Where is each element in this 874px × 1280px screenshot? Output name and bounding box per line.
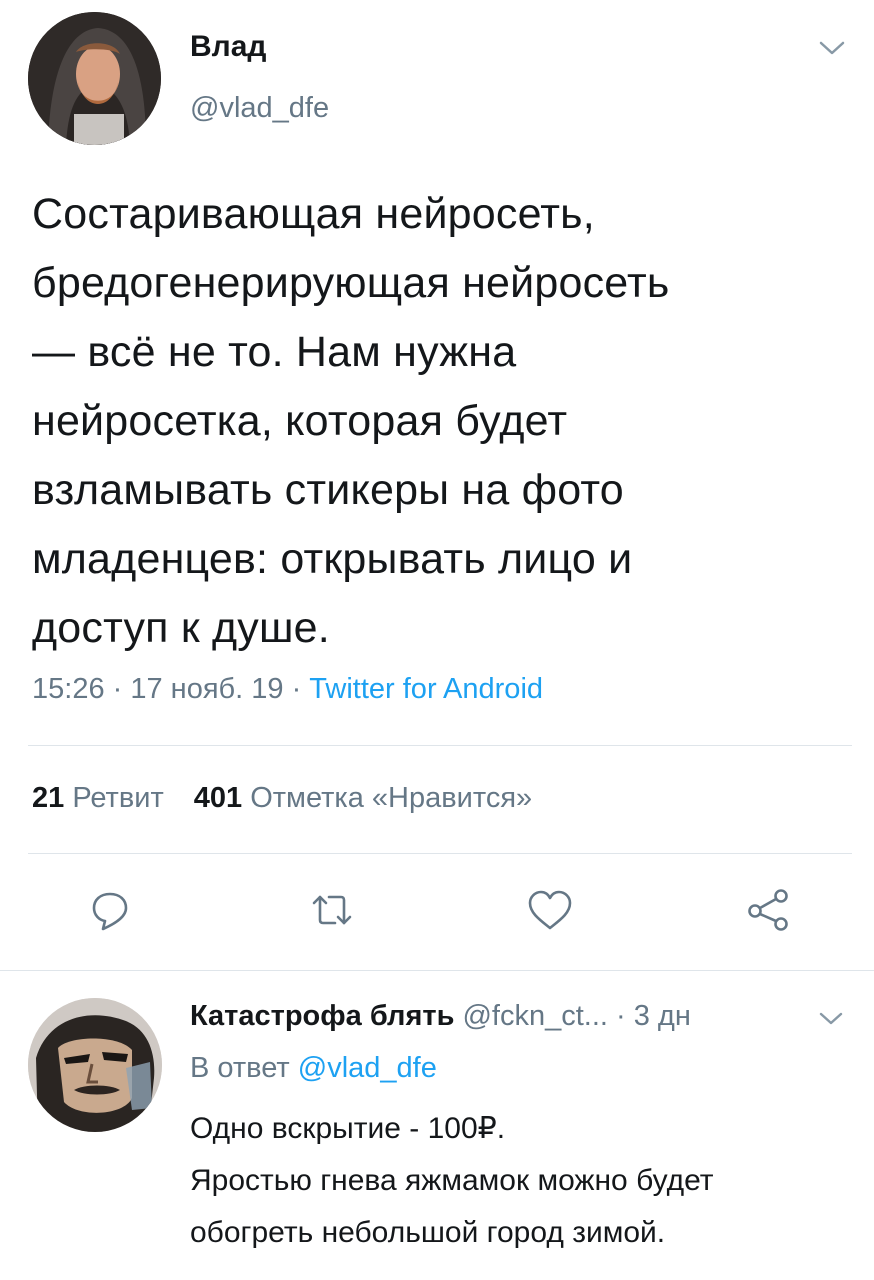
tweet-time: 15:26: [32, 673, 105, 705]
in-reply-prefix: В ответ: [190, 1052, 290, 1084]
meta-separator: ·: [607, 1000, 634, 1032]
retweet-icon: [312, 895, 352, 925]
chevron-down-icon[interactable]: [818, 1010, 844, 1028]
reply-header: Катастрофа блять @fckn_ct... · 3 дн: [190, 1000, 691, 1033]
avatar-illustration: [28, 998, 162, 1132]
retweets-stat[interactable]: 21 Ретвит: [32, 782, 164, 814]
author-avatar[interactable]: [28, 12, 161, 145]
reply-time: 3 дн: [633, 1000, 691, 1032]
share-button[interactable]: [742, 884, 794, 936]
tweet-stats: 21 Ретвит 401 Отметка «Нравится»: [32, 782, 532, 815]
tweet-text: Состаривающая нейросеть, бредогенерирующ…: [32, 190, 670, 652]
in-reply-mention-link[interactable]: @vlad_dfe: [298, 1052, 437, 1084]
reply-button[interactable]: [84, 884, 136, 936]
author-handle[interactable]: @vlad_dfe: [190, 92, 329, 125]
thread-separator: [0, 970, 874, 971]
reply-author-avatar[interactable]: [28, 998, 162, 1132]
heart-icon: [528, 890, 572, 930]
tweet-meta: 15:26 · 17 нояб. 19 · Twitter for Androi…: [32, 673, 543, 706]
chevron-down-icon[interactable]: [818, 38, 846, 58]
in-reply-to: В ответ @vlad_dfe: [190, 1052, 437, 1085]
avatar-photo: [28, 12, 161, 145]
author-name[interactable]: Влад: [190, 30, 266, 64]
meta-separator: ·: [283, 673, 310, 705]
likes-count: 401: [193, 782, 243, 814]
reply-text: Одно вскрытие - 100₽. Яростью гнева яжма…: [190, 1112, 714, 1249]
retweets-count: 21: [32, 782, 65, 814]
likes-label: Отметка «Нравится»: [250, 782, 533, 814]
meta-separator: ·: [104, 673, 131, 705]
reply-author-name[interactable]: Катастрофа блять: [190, 1000, 454, 1032]
reply-icon: [92, 892, 128, 931]
divider: [28, 853, 852, 854]
tweet-date: 17 нояб. 19: [130, 673, 284, 705]
likes-stat[interactable]: 401 Отметка «Нравится»: [194, 782, 532, 814]
like-button[interactable]: [524, 884, 576, 936]
retweets-label: Ретвит: [72, 782, 164, 814]
retweet-button[interactable]: [306, 884, 358, 936]
tweet-source-link[interactable]: Twitter for Android: [309, 673, 543, 705]
divider: [28, 745, 852, 746]
share-icon: [748, 889, 788, 931]
reply-author-handle[interactable]: @fckn_ct...: [462, 1000, 607, 1032]
